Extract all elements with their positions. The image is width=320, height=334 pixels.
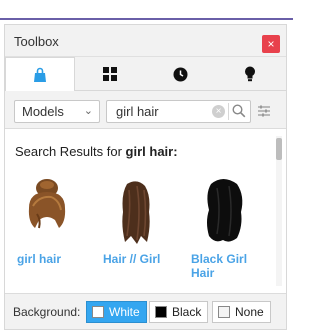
tab-recent[interactable] [145,57,215,91]
search-icon[interactable] [232,104,246,118]
hair-black-thumbnail [207,179,243,242]
clear-search-icon[interactable]: × [212,105,225,118]
background-bar: Background: White Black None [5,293,286,329]
results-query: girl hair: [125,144,178,159]
result-item[interactable]: Hair // Girl [97,170,175,288]
results-heading: Search Results for girl hair: [15,144,178,159]
chevron-down-icon: ⌄ [83,105,93,117]
result-item[interactable]: Black Girl Hair [185,170,263,288]
search-value: girl hair [116,104,159,119]
white-swatch [92,306,104,318]
shopping-bag-icon [34,67,46,82]
results-scrollbar[interactable] [276,136,282,286]
results-area: Search Results for girl hair: girl hair … [5,130,286,293]
category-dropdown[interactable]: Models ⌄ [14,100,100,123]
background-white-button[interactable]: White [86,301,147,323]
search-toolbar: Models ⌄ girl hair × [5,91,286,129]
results-prefix: Search Results for [15,144,126,159]
tab-bar [5,57,286,92]
transparent-swatch-icon [218,306,230,318]
tab-marketplace[interactable] [5,57,75,92]
background-option-label: None [235,305,264,319]
tab-creations[interactable] [215,57,285,91]
black-swatch [155,306,167,318]
category-value: Models [22,104,64,119]
filter-icon[interactable] [257,104,271,118]
clock-icon [173,67,187,81]
result-item-label[interactable]: Hair // Girl [103,252,173,266]
grid-icon [103,67,117,81]
background-black-button[interactable]: Black [149,301,209,323]
close-button[interactable]: × [262,35,280,53]
background-option-label: Black [172,305,202,319]
scrollbar-thumb[interactable] [276,138,282,160]
result-item-label[interactable]: girl hair [17,252,87,266]
search-input[interactable]: girl hair × [106,100,251,123]
tab-inventory[interactable] [75,57,145,91]
window-title: Toolbox [14,34,59,49]
hair-bun-thumbnail [28,179,66,229]
lightbulb-icon [245,66,255,82]
hair-long-thumbnail [122,181,150,244]
background-label: Background: [13,305,81,319]
background-option-label: White [109,305,140,319]
top-strip [0,0,293,20]
title-bar: Toolbox × [5,25,286,57]
toolbox-panel: Toolbox × Models ⌄ girl hair × Search Re… [4,24,287,330]
background-none-button[interactable]: None [212,301,271,323]
result-item[interactable]: girl hair [11,170,89,288]
result-item-label[interactable]: Black Girl Hair [191,252,261,280]
search-divider [228,103,229,120]
